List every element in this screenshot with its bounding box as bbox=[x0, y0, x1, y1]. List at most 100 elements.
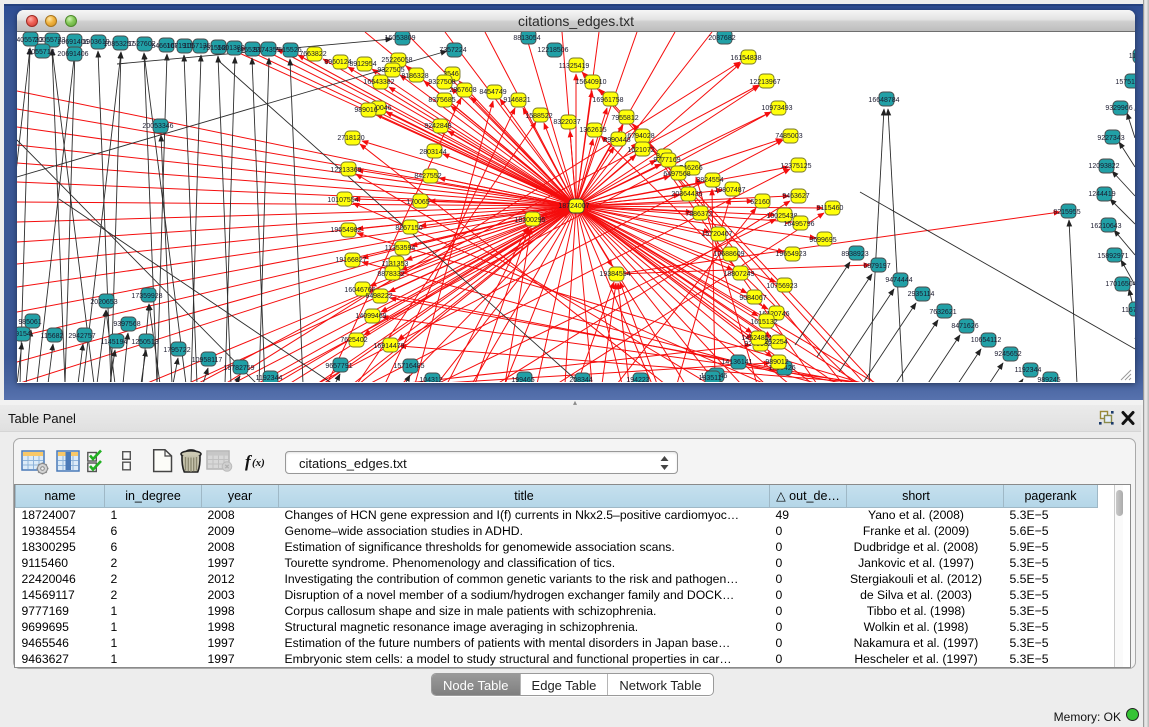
svg-text:15716485: 15716485 bbox=[393, 363, 424, 370]
svg-text:252254: 252254 bbox=[764, 339, 787, 346]
svg-text:12213967: 12213967 bbox=[749, 79, 780, 86]
svg-text:14136141: 14136141 bbox=[721, 359, 752, 366]
svg-text:2020653: 2020653 bbox=[90, 299, 117, 306]
svg-text:7625402: 7625402 bbox=[340, 337, 367, 344]
svg-text:16154838: 16154838 bbox=[730, 55, 761, 62]
svg-text:19384554: 19384554 bbox=[599, 271, 630, 278]
svg-text:39154: 39154 bbox=[17, 331, 31, 338]
svg-text:15892971: 15892971 bbox=[1097, 253, 1128, 260]
svg-text:8813054: 8813054 bbox=[513, 35, 540, 42]
svg-text:12213369: 12213369 bbox=[330, 167, 361, 174]
svg-text:15751074: 15751074 bbox=[1115, 79, 1135, 86]
svg-text:1795722: 1795722 bbox=[163, 347, 190, 354]
svg-text:9397568: 9397568 bbox=[113, 321, 140, 328]
svg-text:16210643: 16210643 bbox=[1090, 223, 1121, 230]
svg-text:8267150: 8267150 bbox=[395, 225, 422, 232]
svg-text:6794028: 6794028 bbox=[627, 133, 654, 140]
svg-text:989245: 989245 bbox=[1037, 377, 1060, 382]
svg-text:6498222: 6498222 bbox=[365, 293, 392, 300]
svg-text:183511: 183511 bbox=[699, 375, 722, 382]
svg-text:194223: 194223 bbox=[626, 377, 649, 382]
svg-text:16914479: 16914479 bbox=[373, 343, 404, 350]
svg-text:985061: 985061 bbox=[18, 319, 41, 326]
svg-text:8454749: 8454749 bbox=[479, 89, 506, 96]
svg-text:16495796: 16495796 bbox=[783, 221, 814, 228]
svg-text:8186328: 8186328 bbox=[401, 73, 428, 80]
svg-text:14099469: 14099469 bbox=[355, 313, 386, 320]
svg-text:11353594: 11353594 bbox=[385, 245, 416, 252]
svg-text:2867608: 2867608 bbox=[449, 87, 476, 94]
svg-text:18300295: 18300295 bbox=[514, 217, 545, 224]
svg-text:10807487: 10807487 bbox=[714, 187, 745, 194]
svg-text:1588522: 1588522 bbox=[525, 113, 552, 120]
svg-text:989012: 989012 bbox=[765, 359, 788, 366]
svg-text:17359928: 17359928 bbox=[131, 293, 162, 300]
svg-text:7485003: 7485003 bbox=[775, 133, 802, 140]
svg-text:8375685: 8375685 bbox=[428, 97, 455, 104]
svg-text:8938923: 8938923 bbox=[841, 251, 868, 258]
svg-text:10973493: 10973493 bbox=[761, 105, 792, 112]
svg-text:20053346: 20053346 bbox=[142, 123, 173, 130]
svg-text:9463627: 9463627 bbox=[782, 193, 809, 200]
svg-text:16543382: 16543382 bbox=[363, 79, 394, 86]
svg-text:989016: 989016 bbox=[354, 107, 377, 114]
svg-text:8471626: 8471626 bbox=[951, 323, 978, 330]
svg-text:6497568: 6497568 bbox=[663, 171, 690, 178]
svg-text:11123: 11123 bbox=[1129, 53, 1135, 60]
svg-text:2087682: 2087682 bbox=[708, 35, 735, 42]
svg-text:8960124: 8960124 bbox=[324, 59, 351, 66]
svg-text:2718120: 2718120 bbox=[337, 135, 364, 142]
svg-text:16782759: 16782759 bbox=[223, 365, 254, 372]
svg-text:1167534: 1167534 bbox=[1122, 307, 1135, 314]
svg-text:17016504: 17016504 bbox=[1105, 281, 1135, 288]
svg-text:19654923: 19654923 bbox=[775, 251, 806, 258]
svg-text:9115460: 9115460 bbox=[817, 205, 844, 212]
svg-text:8215955: 8215955 bbox=[1053, 209, 1080, 216]
svg-text:9084067: 9084067 bbox=[739, 295, 766, 302]
svg-text:3824554: 3824554 bbox=[696, 177, 723, 184]
svg-text:20364436: 20364436 bbox=[671, 191, 702, 198]
svg-text:10688609: 10688609 bbox=[713, 251, 744, 258]
svg-text:10756923: 10756923 bbox=[766, 283, 797, 290]
svg-text:7357224: 7357224 bbox=[439, 47, 466, 54]
svg-text:2935114: 2935114 bbox=[908, 291, 935, 298]
svg-text:1244419: 1244419 bbox=[1088, 191, 1115, 198]
svg-text:1615132: 1615132 bbox=[750, 319, 777, 326]
svg-text:19166827: 19166827 bbox=[335, 257, 366, 264]
svg-text:2803144: 2803144 bbox=[419, 149, 446, 156]
svg-text:7515526: 7515526 bbox=[274, 47, 301, 54]
svg-text:9474444: 9474444 bbox=[885, 277, 912, 284]
svg-text:9777169: 9777169 bbox=[653, 157, 680, 164]
svg-text:15640910: 15640910 bbox=[575, 79, 606, 86]
svg-text:9657791: 9657791 bbox=[325, 363, 352, 370]
svg-text:20691406: 20691406 bbox=[57, 51, 88, 58]
svg-text:8322037: 8322037 bbox=[553, 119, 580, 126]
svg-text:2055713: 2055713 bbox=[27, 49, 54, 56]
svg-text:7663822: 7663822 bbox=[299, 51, 326, 58]
svg-text:7955812: 7955812 bbox=[611, 115, 638, 122]
svg-text:16961758: 16961758 bbox=[592, 97, 623, 104]
svg-text:62160: 62160 bbox=[750, 199, 770, 206]
svg-text:16053809: 16053809 bbox=[384, 35, 415, 42]
svg-text:11325419: 11325419 bbox=[559, 63, 590, 70]
svg-text:199465: 199465 bbox=[511, 377, 534, 382]
svg-text:(x): (x) bbox=[252, 457, 265, 469]
svg-text:8912954: 8912954 bbox=[349, 61, 376, 68]
svg-text:12375125: 12375125 bbox=[780, 163, 811, 170]
svg-text:15720407: 15720407 bbox=[701, 231, 732, 238]
svg-text:10654112: 10654112 bbox=[971, 337, 1002, 344]
svg-text:9329966: 9329966 bbox=[1105, 105, 1132, 112]
svg-text:9245652: 9245652 bbox=[994, 351, 1021, 358]
svg-text:12093822: 12093822 bbox=[1088, 163, 1119, 170]
svg-text:104312: 104312 bbox=[419, 377, 442, 382]
svg-text:6879197: 6879197 bbox=[863, 263, 890, 270]
svg-text:12218506: 12218506 bbox=[537, 47, 568, 54]
svg-text:9242848: 9242848 bbox=[424, 123, 451, 130]
svg-text:10958117: 10958117 bbox=[192, 357, 223, 364]
svg-text:2942757: 2942757 bbox=[68, 333, 95, 340]
svg-text:16648784: 16648784 bbox=[868, 97, 899, 104]
svg-text:7632621: 7632621 bbox=[929, 309, 956, 316]
svg-text:19654982: 19654982 bbox=[330, 227, 361, 234]
svg-text:9699695: 9699695 bbox=[809, 237, 836, 244]
svg-text:170065: 170065 bbox=[406, 199, 429, 206]
